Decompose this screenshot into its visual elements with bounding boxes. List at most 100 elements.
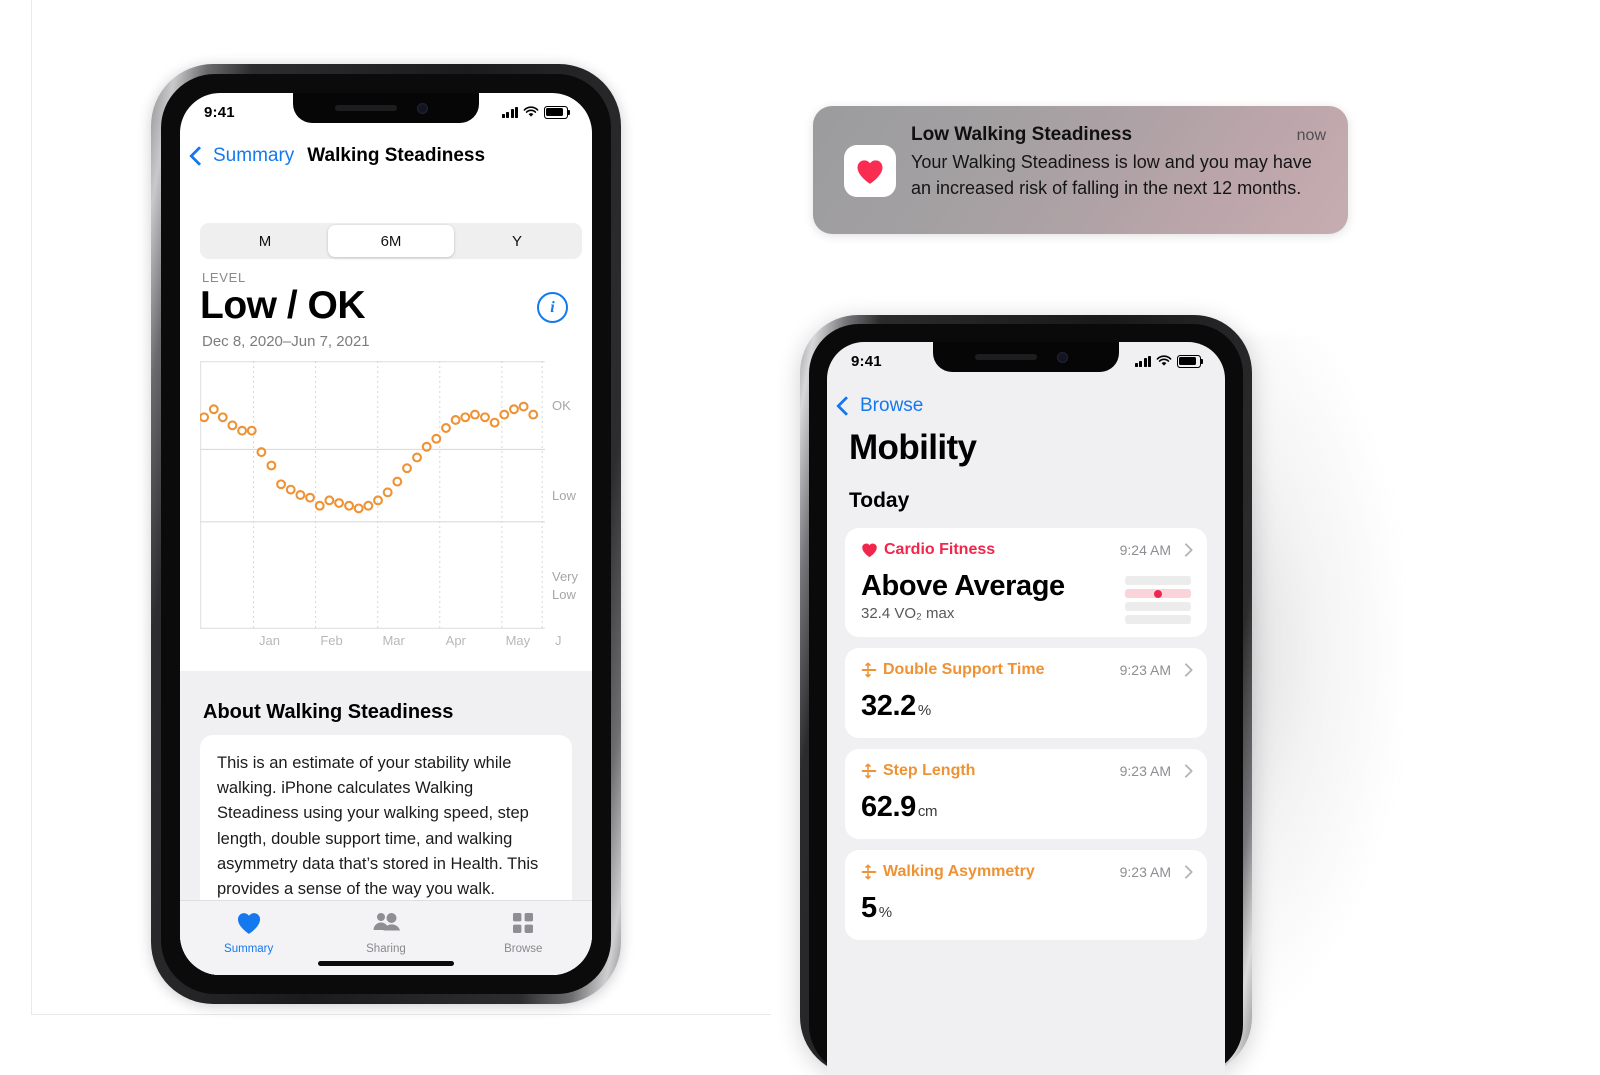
metric-card-title: Cardio Fitness — [884, 541, 996, 558]
x-tick-may: May — [505, 633, 531, 648]
info-circle-icon[interactable]: i — [537, 292, 568, 323]
metric-card-unit: % — [878, 904, 892, 921]
x-tick-mar: Mar — [382, 633, 405, 648]
signal-bars-icon — [501, 106, 518, 118]
wifi-icon — [1156, 355, 1172, 366]
iphone-right-screen: 9:41 Browse Mobility Today Cardio Fitnes… — [827, 342, 1225, 1075]
chevron-right-icon[interactable] — [1178, 763, 1194, 779]
y-tick-very-low: Very Low — [552, 569, 579, 602]
time-range-segmented-control[interactable]: M 6M Y — [200, 223, 582, 259]
level-value: Low / OK — [200, 284, 366, 327]
about-heading: About Walking Steadiness — [203, 701, 454, 723]
metric-card[interactable]: Walking Asymmetry 9:23 AM 5% — [845, 850, 1207, 940]
metric-card-time: 9:23 AM — [1119, 763, 1171, 779]
tab-summary[interactable]: Summary — [180, 911, 317, 955]
walking-steadiness-chart[interactable]: OK Low Very Low Jan Feb Mar Apr May J — [200, 361, 578, 661]
mobility-page-title: Mobility — [849, 428, 977, 467]
metric-card-time: 9:23 AM — [1119, 662, 1171, 678]
level-date-range: Dec 8, 2020–Jun 7, 2021 — [202, 333, 370, 350]
back-button-summary[interactable]: Summary — [189, 145, 295, 167]
page-edge-bottom — [31, 1014, 771, 1015]
metric-card-title: Double Support Time — [883, 661, 1045, 678]
wifi-icon — [523, 106, 539, 117]
tab-sharing[interactable]: Sharing — [317, 911, 454, 955]
battery-icon — [1177, 354, 1204, 368]
page-title: Walking Steadiness — [307, 145, 486, 166]
status-time: 9:41 — [204, 103, 235, 121]
metric-card-value: 5% — [861, 892, 892, 924]
iphone-left-bezel: 9:41 Summary Walking Steadiness M 6M Y L… — [161, 74, 611, 994]
x-tick-apr: Apr — [445, 633, 466, 648]
iphone-right-device: 9:41 Browse Mobility Today Cardio Fitnes… — [800, 315, 1252, 1075]
signal-bars-icon — [1134, 355, 1151, 367]
metric-card-list: Cardio Fitness 9:24 AM Above Average 32.4 V… — [845, 528, 1207, 951]
today-section-header: Today — [849, 489, 910, 512]
chevron-right-icon[interactable] — [1178, 864, 1194, 880]
metric-card-title: Step Length — [883, 762, 976, 779]
cardio-fitness-range-graphic — [1125, 576, 1191, 628]
metric-card-time: 9:24 AM — [1119, 542, 1171, 558]
y-tick-ok: OK — [552, 398, 571, 413]
heart-icon — [237, 913, 260, 934]
notification-body: Your Walking Steadiness is low and you m… — [911, 152, 1312, 198]
metric-card[interactable]: Double Support Time 9:23 AM 32.2% — [845, 648, 1207, 738]
earpiece-speaker — [335, 105, 397, 111]
metric-card[interactable]: Cardio Fitness 9:24 AM Above Average 32.4 V… — [845, 528, 1207, 637]
back-button-label: Summary — [213, 145, 295, 166]
back-button-browse[interactable]: Browse — [836, 395, 924, 417]
segment-m[interactable]: M — [202, 225, 328, 257]
heart-glyph — [857, 159, 883, 184]
notification-banner[interactable]: Low Walking Steadiness now Your Walking … — [813, 106, 1348, 234]
chevron-left-icon — [189, 146, 209, 166]
metric-card-title: Walking Asymmetry — [883, 863, 1035, 880]
level-caption: LEVEL — [202, 270, 246, 285]
notification-title: Low Walking Steadiness — [911, 124, 1133, 145]
metric-card-value: 62.9 cm — [861, 791, 938, 823]
tab-browse[interactable]: Browse — [455, 911, 592, 955]
metric-card[interactable]: Step Length 9:23 AM 62.9 cm — [845, 749, 1207, 839]
nav-bar-left: Summary Walking Steadiness — [180, 135, 592, 177]
notch-left — [293, 93, 479, 123]
iphone-left-device: 9:41 Summary Walking Steadiness M 6M Y L… — [151, 64, 621, 1004]
nav-bar-right: Browse — [827, 386, 1225, 426]
chevron-left-icon — [836, 396, 856, 416]
tab-sharing-label: Sharing — [366, 943, 406, 955]
mobility-icon — [861, 763, 877, 779]
x-tick-j: J — [554, 633, 562, 648]
chart-plot-area — [200, 361, 545, 629]
chevron-right-icon[interactable] — [1178, 542, 1194, 558]
front-camera — [1057, 352, 1068, 363]
back-button-label-right: Browse — [860, 395, 924, 416]
notch-right — [933, 342, 1119, 372]
iphone-left-screen: 9:41 Summary Walking Steadiness M 6M Y L… — [180, 93, 592, 975]
battery-icon — [544, 105, 571, 119]
x-axis-labels: Jan Feb Mar Apr May J — [200, 633, 562, 653]
metric-card-unit: % — [917, 702, 931, 719]
tab-bar: Summary Sharing Browse — [180, 900, 592, 975]
metric-card-unit: cm — [917, 803, 938, 820]
mobility-icon — [861, 662, 877, 678]
page-edge-left — [31, 0, 32, 1015]
segment-y[interactable]: Y — [454, 225, 580, 257]
notification-timestamp: now — [1296, 127, 1326, 144]
home-indicator[interactable] — [318, 961, 454, 966]
x-tick-jan: Jan — [258, 633, 280, 648]
front-camera — [417, 103, 428, 114]
x-tick-feb: Feb — [320, 633, 343, 648]
grid-icon — [513, 913, 534, 933]
status-time-right: 9:41 — [851, 352, 882, 370]
heart-icon — [861, 542, 878, 558]
people-icon — [373, 913, 400, 931]
mobility-icon — [861, 864, 877, 880]
health-heart-icon — [844, 145, 896, 197]
tab-browse-label: Browse — [504, 943, 543, 955]
segment-6m[interactable]: 6M — [328, 225, 454, 257]
metric-card-time: 9:23 AM — [1119, 864, 1171, 880]
about-body-text: This is an estimate of your stability wh… — [217, 754, 539, 899]
chevron-right-icon[interactable] — [1178, 662, 1194, 678]
iphone-right-bezel: 9:41 Browse Mobility Today Cardio Fitnes… — [809, 324, 1243, 1075]
earpiece-speaker — [975, 354, 1037, 360]
tab-summary-label: Summary — [224, 943, 274, 955]
metric-card-value: 32.2% — [861, 690, 931, 722]
y-tick-low: Low — [552, 488, 576, 503]
